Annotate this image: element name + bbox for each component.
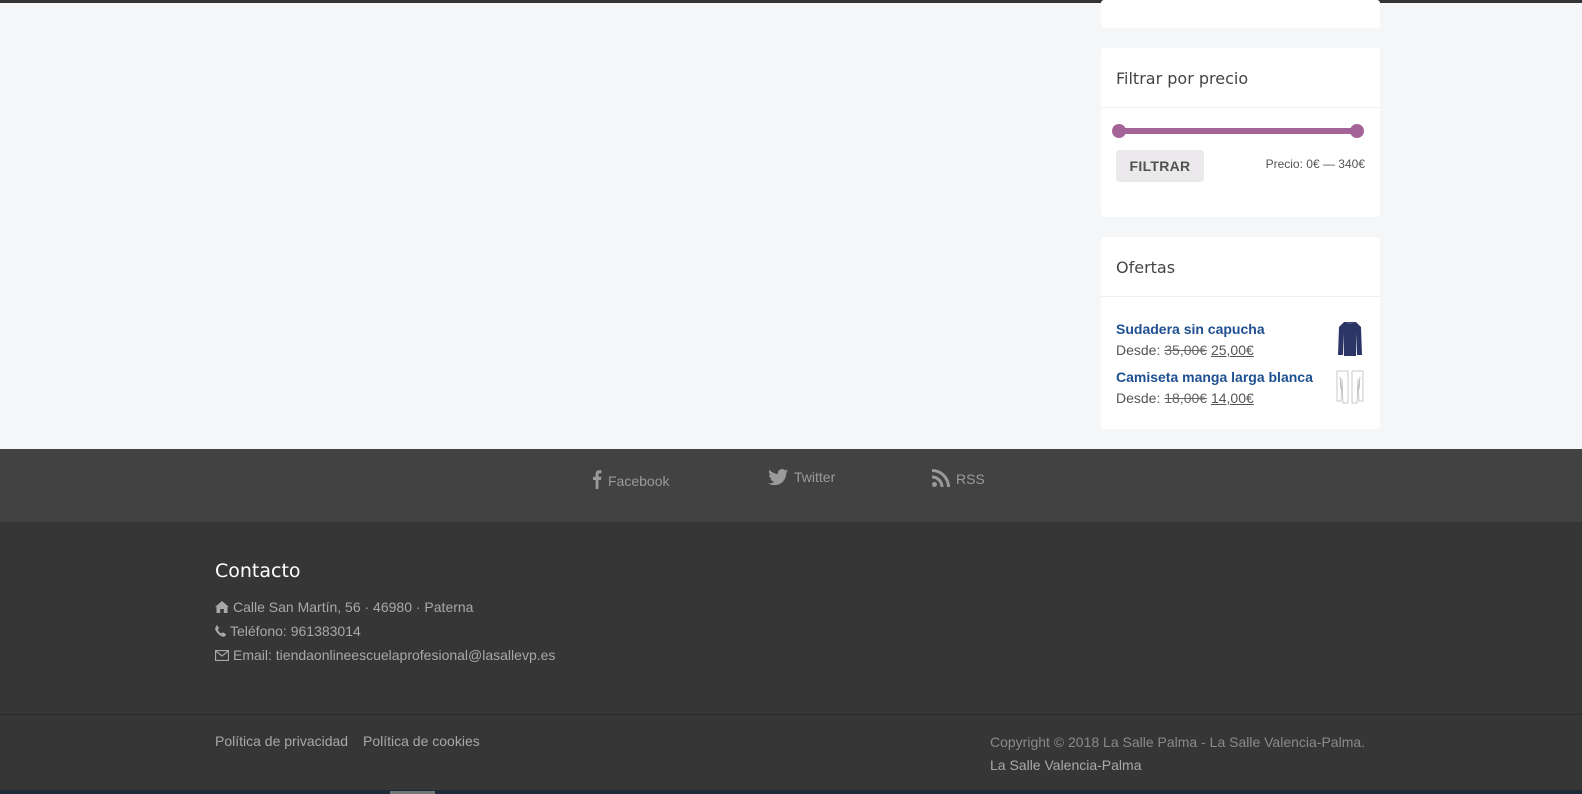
price-range-slider[interactable] — [1112, 124, 1364, 138]
contact-title: Contacto — [215, 560, 301, 582]
twitter-link[interactable]: Twitter — [768, 469, 835, 485]
rss-link[interactable]: RSS — [932, 469, 985, 487]
rss-icon — [932, 469, 950, 487]
offers-title: Ofertas — [1101, 237, 1380, 297]
old-price: 35,00€ — [1164, 342, 1208, 358]
contact-email: Email: tiendaonlineescuelaprofesional@la… — [215, 647, 555, 663]
contact-phone: Teléfono: 961383014 — [215, 623, 361, 639]
price-filter-widget: Filtrar por precio FILTRAR Precio: 0€ — … — [1101, 48, 1380, 217]
rss-label: RSS — [956, 471, 985, 487]
facebook-label: Facebook — [608, 473, 670, 489]
price-prefix: Desde: — [1116, 390, 1161, 406]
envelope-icon — [215, 649, 229, 661]
facebook-icon — [593, 470, 602, 489]
old-price: 18,00€ — [1164, 390, 1208, 406]
home-icon — [215, 601, 229, 613]
privacy-policy-link[interactable]: Política de privacidad — [215, 733, 348, 749]
facebook-link[interactable]: Facebook — [592, 469, 669, 489]
price-prefix: Desde: — [1116, 342, 1161, 358]
window-bottom-edge — [0, 790, 1582, 794]
price-filter-title: Filtrar por precio — [1101, 48, 1380, 108]
contact-footer: Contacto Calle San Martín, 56 · 46980 · … — [0, 522, 1582, 714]
address-text: Calle San Martín, 56 · 46980 · Paterna — [233, 599, 474, 615]
sale-price: 25,00€ — [1210, 342, 1254, 358]
offer-item: Camiseta manga larga blanca Desde: 18,00… — [1116, 368, 1366, 408]
price-range-label: Precio: 0€ — 340€ — [1265, 157, 1365, 171]
social-bar: Facebook Twitter RSS — [0, 449, 1582, 522]
offer-product-link[interactable]: Sudadera sin capucha — [1116, 320, 1366, 338]
phone-text: Teléfono: 961383014 — [230, 623, 361, 639]
long-sleeve-shirt-thumbnail[interactable] — [1334, 367, 1366, 405]
offer-item: Sudadera sin capucha Desde: 35,00€ 25,00… — [1116, 320, 1366, 360]
email-text[interactable]: Email: tiendaonlineescuelaprofesional@la… — [233, 647, 555, 663]
sale-price: 14,00€ — [1210, 390, 1254, 406]
copyright-text: Copyright © 2018 La Salle Palma - La Sal… — [990, 734, 1366, 750]
price-max-handle[interactable] — [1350, 124, 1364, 138]
twitter-label: Twitter — [794, 469, 836, 485]
bottom-bar: Política de privacidad Política de cooki… — [0, 714, 1582, 794]
twitter-icon — [768, 469, 788, 485]
cookies-policy-link[interactable]: Política de cookies — [363, 733, 480, 749]
sweatshirt-thumbnail[interactable] — [1334, 319, 1366, 357]
contact-address: Calle San Martín, 56 · 46980 · Paterna — [215, 599, 473, 615]
sidebar-widget-partial — [1101, 0, 1380, 28]
filter-button[interactable]: FILTRAR — [1116, 150, 1204, 182]
site-home-link[interactable]: La Salle Valencia-Palma — [990, 757, 1142, 773]
offers-widget: Ofertas Sudadera sin capucha Desde: 35,0… — [1101, 237, 1380, 429]
offer-product-link[interactable]: Camiseta manga larga blanca — [1116, 368, 1366, 386]
price-min-handle[interactable] — [1112, 124, 1126, 138]
offer-price: Desde: 18,00€ 14,00€ — [1116, 388, 1366, 408]
offer-price: Desde: 35,00€ 25,00€ — [1116, 340, 1366, 360]
phone-icon — [215, 625, 226, 637]
